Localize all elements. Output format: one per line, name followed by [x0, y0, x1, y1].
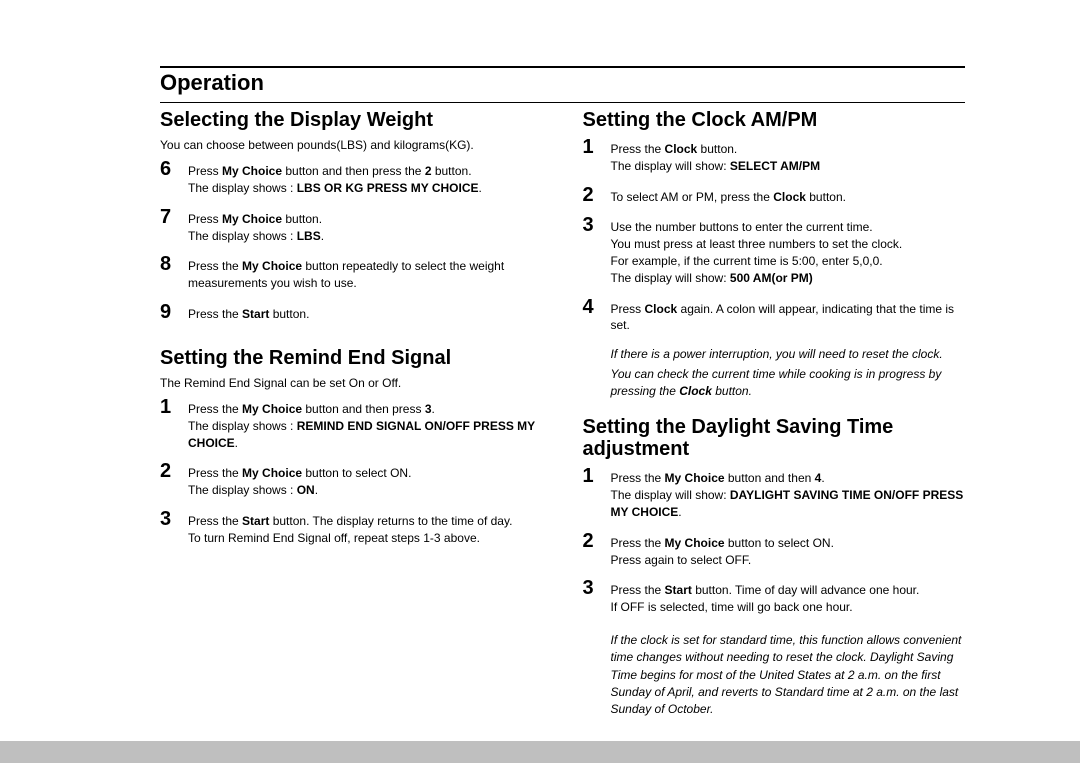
step: 1 Press the My Choice button and then pr… — [160, 397, 543, 461]
step-number: 7 — [160, 207, 188, 227]
step: 2 To select AM or PM, press the Clock bu… — [583, 185, 966, 216]
step: 1 Press the My Choice button and then 4.… — [583, 466, 966, 530]
step-number: 2 — [583, 185, 611, 205]
step: 9 Press the Start button. — [160, 302, 543, 333]
step-number: 2 — [160, 461, 188, 481]
step-number: 3 — [583, 578, 611, 598]
step: 3 Press the Start button. The display re… — [160, 509, 543, 557]
top-rule — [160, 66, 965, 68]
note-text: If there is a power interruption, you wi… — [611, 346, 966, 363]
step-body: Press Clock again. A colon will appear, … — [611, 297, 966, 345]
step-body: Press My Choice button. The display show… — [188, 207, 543, 255]
left-column: Selecting the Display Weight You can cho… — [160, 103, 543, 719]
page-title: Operation — [160, 70, 965, 96]
step-number: 1 — [583, 137, 611, 157]
section-intro: You can choose between pounds(LBS) and k… — [160, 137, 543, 153]
step-number: 3 — [160, 509, 188, 529]
step-number: 4 — [583, 297, 611, 317]
section-title: Setting the Daylight Saving Time adjustm… — [583, 416, 966, 460]
footer-bar — [0, 741, 1080, 763]
step: 3 Use the number buttons to enter the cu… — [583, 215, 966, 296]
step-number: 2 — [583, 531, 611, 551]
step-body: Use the number buttons to enter the curr… — [611, 215, 966, 296]
manual-page: Operation Selecting the Display Weight Y… — [0, 0, 1080, 763]
step-body: Press the Start button. — [188, 302, 543, 333]
step-number: 8 — [160, 254, 188, 274]
step-number: 3 — [583, 215, 611, 235]
step-body: Press the My Choice button to select ON.… — [611, 531, 966, 579]
step: 4 Press Clock again. A colon will appear… — [583, 297, 966, 345]
note-text: You can check the current time while coo… — [611, 366, 966, 401]
step-body: Press the Start button. Time of day will… — [611, 578, 966, 626]
step: 2 Press the My Choice button to select O… — [583, 531, 966, 579]
note-text: If the clock is set for standard time, t… — [611, 632, 966, 719]
step-number: 1 — [583, 466, 611, 486]
step: 2 Press the My Choice button to select O… — [160, 461, 543, 509]
content-columns: Selecting the Display Weight You can cho… — [160, 103, 965, 719]
section-intro: The Remind End Signal can be set On or O… — [160, 375, 543, 391]
step-body: Press the My Choice button and then pres… — [188, 397, 543, 461]
right-column: Setting the Clock AM/PM 1 Press the Cloc… — [583, 103, 966, 719]
step: 1 Press the Clock button. The display wi… — [583, 137, 966, 185]
step-body: Press the My Choice button to select ON.… — [188, 461, 543, 509]
step-body: Press My Choice button and then press th… — [188, 159, 543, 207]
step-body: Press the Start button. The display retu… — [188, 509, 543, 557]
step: 3 Press the Start button. Time of day wi… — [583, 578, 966, 626]
step-number: 1 — [160, 397, 188, 417]
section-title: Selecting the Display Weight — [160, 109, 543, 131]
step: 8 Press the My Choice button repeatedly … — [160, 254, 543, 302]
section-title: Setting the Clock AM/PM — [583, 109, 966, 131]
step-body: Press the My Choice button repeatedly to… — [188, 254, 543, 302]
step-body: Press the Clock button. The display will… — [611, 137, 966, 185]
section-title: Setting the Remind End Signal — [160, 347, 543, 369]
step: 7 Press My Choice button. The display sh… — [160, 207, 543, 255]
step-number: 9 — [160, 302, 188, 322]
step-body: To select AM or PM, press the Clock butt… — [611, 185, 966, 216]
step: 6 Press My Choice button and then press … — [160, 159, 543, 207]
step-number: 6 — [160, 159, 188, 179]
step-body: Press the My Choice button and then 4. T… — [611, 466, 966, 530]
